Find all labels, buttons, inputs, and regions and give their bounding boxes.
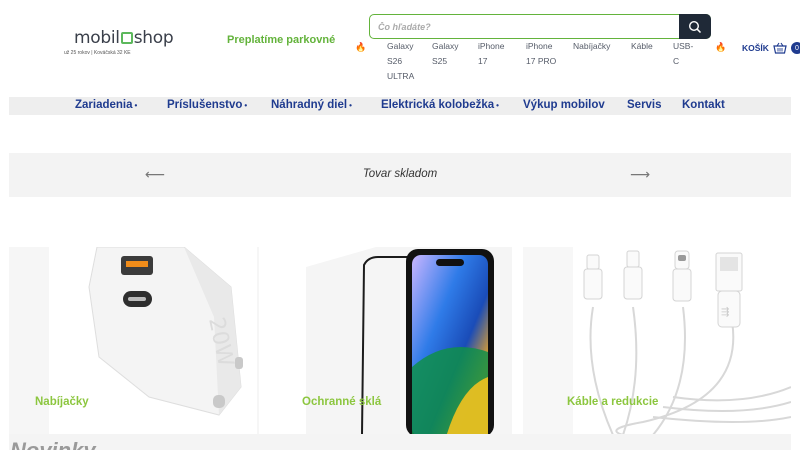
info-banner: ⟵ Tovar skladom ⟶ [9, 153, 791, 197]
cart-label: KOŠÍK [742, 43, 769, 53]
category-tile-screen-protectors[interactable]: Ochranné sklá [296, 247, 522, 437]
site-logo[interactable]: mobil shop už 25 rokov | Kováčská 32 KE [62, 26, 182, 62]
nav-dropdown-dot: • [134, 101, 138, 110]
cart-button[interactable]: KOŠÍK 0 [742, 42, 800, 54]
basket-icon [773, 42, 787, 54]
fire-icon: 🔥 [715, 42, 727, 52]
nav-item-vykup-mobilov[interactable]: Výkup mobilov [523, 99, 605, 111]
quick-link-galaxy-s25[interactable]: Galaxy S25 [432, 39, 458, 69]
section-title-novinky: Novinky [10, 438, 96, 450]
quick-link-iphone-17-pro[interactable]: iPhone 17 PRO [526, 39, 556, 69]
nav-item-servis[interactable]: Servis [627, 99, 662, 111]
category-tile-cables[interactable]: ⇶ Káble a redukcie [523, 247, 792, 436]
nav-item-elektricka-kolobezka[interactable]: Elektrická kolobežka • [381, 99, 499, 111]
quick-link-galaxy-s26-ultra[interactable]: Galaxy S26 ULTRA [387, 39, 414, 84]
search-input[interactable] [378, 18, 668, 36]
nav-dropdown-dot: • [244, 101, 248, 110]
quick-link-chargers[interactable]: Nabíjačky [573, 39, 610, 54]
banner-text: Tovar skladom [362, 168, 438, 180]
nav-item-nahradny-diel[interactable]: Náhradný diel • [271, 99, 352, 111]
quick-link-usb-c[interactable]: USB- C [673, 39, 693, 69]
quick-link-iphone-17[interactable]: iPhone 17 [478, 39, 504, 69]
nav-dropdown-dot: • [349, 101, 352, 110]
parking-promo[interactable]: Preplatíme parkovné [227, 34, 335, 46]
main-nav: Zariadenia • Príslušenstvo • Náhradný diel… [9, 97, 791, 115]
cart-count-badge: 0 [790, 42, 800, 54]
svg-text:⇶: ⇶ [721, 306, 729, 318]
banner-next-arrow[interactable]: ⟶ [630, 166, 650, 183]
nav-item-prislusenstvo[interactable]: Príslušenstvo • [167, 99, 247, 111]
search-icon [688, 20, 702, 33]
fire-icon: 🔥 [355, 42, 367, 52]
nav-dropdown-dot: • [496, 101, 499, 110]
section-divider [9, 434, 791, 450]
logo-tagline: už 25 rokov | Kováčská 32 KE [64, 50, 131, 56]
nav-item-zariadenia[interactable]: Zariadenia • [75, 99, 137, 111]
search-box [369, 14, 711, 39]
category-label-screen-protectors[interactable]: Ochranné sklá [302, 396, 381, 408]
category-label-chargers[interactable]: Nabíjačky [35, 396, 89, 408]
logo-wordmark: mobil shop [74, 28, 174, 48]
category-label-cables[interactable]: Káble a redukcie [567, 396, 658, 408]
quick-link-cables[interactable]: Káble [631, 39, 653, 54]
search-button[interactable] [679, 14, 711, 39]
nav-item-kontakt[interactable]: Kontakt [682, 99, 725, 111]
category-tile-chargers[interactable]: 20W Nabíjačky [9, 246, 259, 435]
